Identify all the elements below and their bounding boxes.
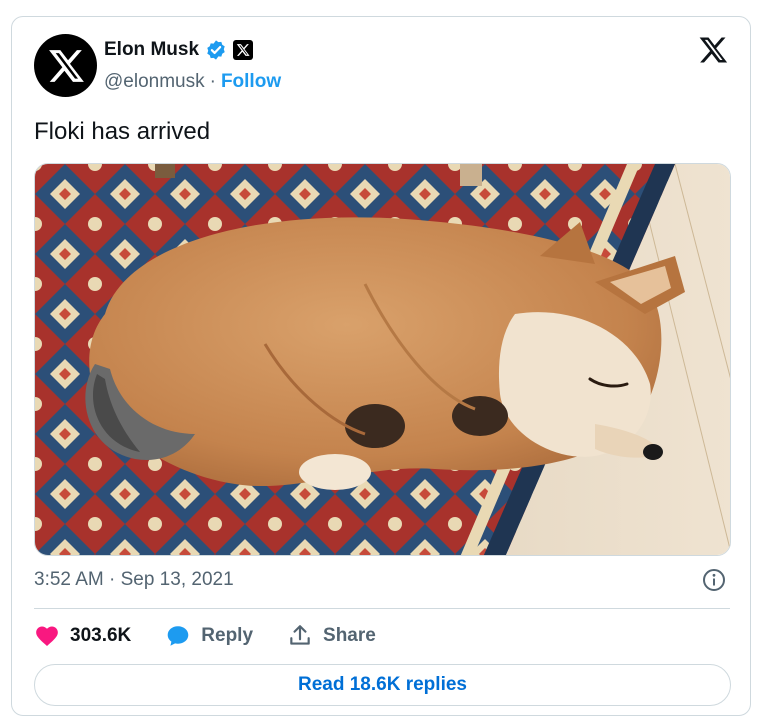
tweet-card: Elon Musk @elonmusk · Follow Floki has a… <box>11 16 751 716</box>
like-button[interactable]: 303.6K <box>34 623 131 649</box>
sleeping-puppy-photo-icon <box>35 164 730 555</box>
share-upload-icon <box>290 625 310 645</box>
like-count: 303.6K <box>70 625 132 646</box>
author-name[interactable]: Elon Musk <box>104 39 199 61</box>
info-icon[interactable] <box>702 568 726 592</box>
verified-badge-icon <box>207 40 225 60</box>
share-button[interactable]: Share <box>287 623 376 649</box>
read-replies-button[interactable]: Read 18.6K replies <box>34 664 731 706</box>
tweet-photo[interactable] <box>34 163 731 556</box>
share-label: Share <box>323 625 376 646</box>
author-name-row: Elon Musk <box>104 39 254 61</box>
heart-icon <box>36 626 58 646</box>
reply-bubble-icon <box>167 626 189 646</box>
x-logo-icon <box>48 49 84 82</box>
affiliate-x-badge-icon <box>233 40 254 60</box>
reply-label: Reply <box>201 625 254 646</box>
x-logo-icon[interactable] <box>698 35 728 65</box>
avatar[interactable] <box>34 34 97 97</box>
divider <box>34 608 730 609</box>
author-handle[interactable]: @elonmusk <box>104 71 205 93</box>
tweet-text: Floki has arrived <box>34 118 211 145</box>
tweet-timestamp[interactable]: 3:52 AM · Sep 13, 2021 <box>34 569 234 591</box>
author-handle-row: @elonmusk · Follow <box>104 71 281 93</box>
follow-button[interactable]: Follow <box>221 71 281 93</box>
reply-button[interactable]: Reply <box>165 623 253 649</box>
tweet-actions: 303.6K Reply Share <box>34 623 410 649</box>
handle-separator: · <box>209 71 216 92</box>
